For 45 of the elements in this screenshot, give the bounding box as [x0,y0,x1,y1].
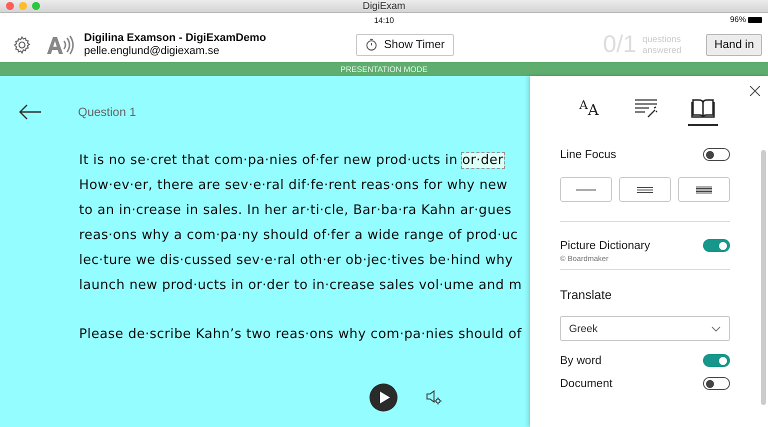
window-title: DigiExam [362,0,406,12]
close-icon[interactable] [750,86,760,96]
translate-heading: Translate [560,288,613,302]
line-focus-option[interactable] [619,177,671,202]
hand-in-button[interactable]: Hand in [706,34,762,56]
reader-tab[interactable]: $^{A}$A [574,98,604,126]
line-focus-option[interactable] [678,177,730,202]
toggle-switch[interactable] [703,377,730,390]
line-focus-label: Line Focus [560,148,616,160]
language-value: Greek [569,322,598,334]
picture-dictionary-label: Picture Dictionary [560,240,650,252]
battery-level: 96% [730,15,746,24]
toggle-switch[interactable] [703,148,730,161]
lines-icon [696,184,712,196]
passage-line: reas·ons why a com·pa·ny should of·fer a wide range of prod·uc [79,227,519,245]
chevron-down-icon [711,326,721,332]
text-to-speech-icon[interactable] [46,34,74,56]
book-icon [691,98,715,118]
clock-time: 14:10 [374,16,394,24]
translate-option-label: By word [560,354,602,366]
question-title: Question 1 [78,105,136,119]
passage-line: to an in·crease in sales. In her ar·ti·cle, Bar·ba·ra Kahn ar·gues [79,202,513,220]
translate-option-label: Document [560,378,612,390]
passage-line: launch new prod·ucts in or·der to in·crease sales vol·ume and m [79,277,523,295]
stopwatch-icon [365,38,378,51]
text-size-icon: $^{A}$A [579,98,599,119]
language-dropdown[interactable]: Greek [560,316,730,341]
toggle-switch[interactable] [703,239,730,252]
battery-icon [748,16,762,22]
text-lines-wand-icon [634,98,658,118]
passage-line: How·ev·er, there are sev·e·ral dif·fe·rent reas·ons for why new [79,177,509,195]
play-button[interactable] [369,382,398,412]
passage-line: Please de·scribe Kahn’s two reas·ons why com·pa·nies should of [79,326,523,344]
user-name: Digilina Examson - DigiExamDemo [84,32,268,44]
reader-tab[interactable] [688,98,718,126]
toggle-switch[interactable] [703,354,730,367]
voice-settings-icon[interactable] [426,389,442,405]
settings-icon[interactable] [12,34,32,54]
passage-line: It is no se·cret that com·pa·nies of·fer new prod·ucts in or·der [79,152,505,170]
scrollbar[interactable] [761,150,766,405]
passage-line: lec·ture we dis·cussed sev·e·ral oth·er ob·jec·tives be·hind why [79,252,514,270]
back-arrow-icon[interactable] [18,104,42,120]
mode-label: PRESENTATION MODE [340,64,428,74]
user-email: pelle.englund@digiexam.se [84,45,220,57]
show-timer-button[interactable]: Show Timer [356,34,454,56]
